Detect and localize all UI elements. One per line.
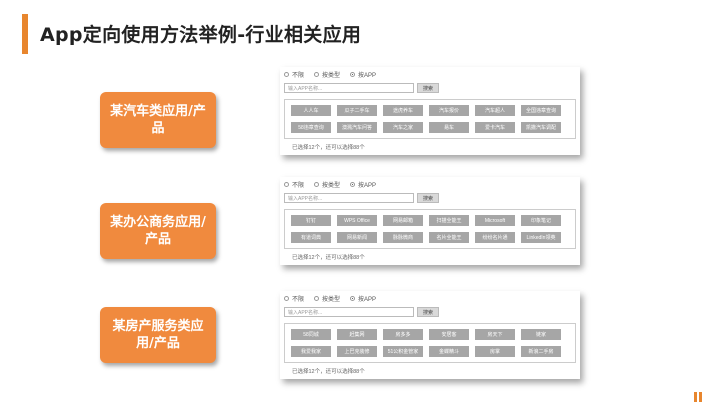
selection-status: 已选择12个，还可以选择88个 bbox=[292, 255, 365, 261]
radio-dot-icon bbox=[314, 71, 320, 77]
radio-unlimited[interactable]: 不限 bbox=[284, 180, 304, 189]
selection-status: 已选择12个，还可以选择88个 bbox=[292, 145, 365, 151]
label-office-app: 某办公商务应用/产品 bbox=[100, 203, 216, 259]
app-chip-grid: 58同城 赶集网 房多多 安居客 房天下 链家 我爱我家 上巴克装修 51公积金… bbox=[284, 323, 576, 363]
targeting-mode-radios: 不限 按类型 按APP bbox=[280, 177, 580, 191]
radio-label: 不限 bbox=[292, 72, 305, 79]
label-auto-app: 某汽车类应用/产品 bbox=[100, 92, 216, 148]
radio-label: 按类型 bbox=[322, 72, 341, 79]
app-chip[interactable]: 钉钉 bbox=[291, 215, 331, 226]
app-chip[interactable]: 58违章查询 bbox=[291, 122, 331, 133]
app-selector-panel-auto: 不限 按类型 按APP 输入APP名称... 搜索 人人车 瓜子二手车 途虎养车… bbox=[280, 67, 580, 155]
app-chip[interactable]: 58同城 bbox=[291, 329, 331, 340]
radio-label: 按APP bbox=[358, 72, 377, 79]
radio-unlimited[interactable]: 不限 bbox=[284, 294, 304, 303]
corner-accent-mark bbox=[694, 392, 697, 402]
radio-dot-selected-icon bbox=[350, 181, 356, 187]
radio-by-app[interactable]: 按APP bbox=[350, 180, 376, 189]
search-row: 输入APP名称... 搜索 bbox=[280, 81, 580, 95]
app-chip[interactable]: 途虎养车 bbox=[383, 105, 423, 116]
app-search-input[interactable]: 输入APP名称... bbox=[284, 193, 414, 203]
app-chip[interactable]: 51公积金管家 bbox=[383, 346, 423, 357]
radio-by-app[interactable]: 按APP bbox=[350, 294, 376, 303]
radio-label: 不限 bbox=[292, 296, 305, 303]
app-chip[interactable]: 链家 bbox=[521, 329, 561, 340]
app-chip[interactable]: 房掌 bbox=[475, 346, 515, 357]
app-chip[interactable]: 纷纷名片通 bbox=[475, 232, 515, 243]
app-chip[interactable]: 我爱我家 bbox=[291, 346, 331, 357]
app-chip[interactable]: LinkedIn领英 bbox=[521, 232, 561, 243]
app-chip[interactable]: 网易新闻 bbox=[337, 232, 377, 243]
app-chip[interactable]: Microsoft bbox=[475, 215, 515, 226]
label-realestate-app: 某房产服务类应用/产品 bbox=[100, 307, 216, 363]
search-row: 输入APP名称... 搜索 bbox=[280, 305, 580, 319]
app-chip[interactable]: 房多多 bbox=[383, 329, 423, 340]
app-chip-grid: 人人车 瓜子二手车 途虎养车 汽车报价 汽车超人 全国违章查询 58违章查询 澳… bbox=[284, 99, 576, 139]
corner-accent-mark bbox=[699, 392, 702, 402]
radio-dot-selected-icon bbox=[350, 71, 356, 77]
radio-unlimited[interactable]: 不限 bbox=[284, 70, 304, 79]
radio-by-type[interactable]: 按类型 bbox=[314, 180, 340, 189]
radio-by-app[interactable]: 按APP bbox=[350, 70, 376, 79]
app-chip[interactable]: 汽车超人 bbox=[475, 105, 515, 116]
title-accent-bar bbox=[22, 14, 28, 54]
selection-status: 已选择12个，还可以选择88个 bbox=[292, 369, 365, 375]
app-chip[interactable]: 印象笔记 bbox=[521, 215, 561, 226]
app-search-input[interactable]: 输入APP名称... bbox=[284, 307, 414, 317]
app-chip[interactable]: 凯撒汽车调配 bbox=[521, 122, 561, 133]
radio-dot-icon bbox=[314, 181, 320, 187]
app-chip[interactable]: 房天下 bbox=[475, 329, 515, 340]
radio-dot-selected-icon bbox=[350, 295, 356, 301]
app-chip[interactable]: 扫描全能王 bbox=[429, 215, 469, 226]
app-chip[interactable]: WPS Office bbox=[337, 215, 377, 226]
app-chip[interactable]: 易车 bbox=[429, 122, 469, 133]
page-title: App定向使用方法举例-行业相关应用 bbox=[40, 24, 362, 46]
app-chip[interactable]: 澳溅汽车问答 bbox=[337, 122, 377, 133]
radio-by-type[interactable]: 按类型 bbox=[314, 70, 340, 79]
app-chip[interactable]: 网易邮箱 bbox=[383, 215, 423, 226]
app-selector-panel-office: 不限 按类型 按APP 输入APP名称... 搜索 钉钉 WPS Office … bbox=[280, 177, 580, 265]
radio-label: 按类型 bbox=[322, 182, 341, 189]
radio-dot-icon bbox=[314, 295, 320, 301]
radio-dot-icon bbox=[284, 295, 289, 301]
app-chip[interactable]: 名片全能王 bbox=[429, 232, 469, 243]
radio-label: 按APP bbox=[358, 182, 377, 189]
app-chip[interactable]: 脉脉微商 bbox=[383, 232, 423, 243]
radio-dot-icon bbox=[284, 181, 289, 187]
app-chip[interactable]: 新浪二手房 bbox=[521, 346, 561, 357]
search-button[interactable]: 搜索 bbox=[417, 307, 440, 317]
app-chip[interactable]: 人人车 bbox=[291, 105, 331, 116]
radio-dot-icon bbox=[284, 71, 289, 77]
app-chip[interactable]: 赶集网 bbox=[337, 329, 377, 340]
app-chip[interactable]: 爱卡汽车 bbox=[475, 122, 515, 133]
app-chip[interactable]: 上巴克装修 bbox=[337, 346, 377, 357]
app-chip[interactable]: 安居客 bbox=[429, 329, 469, 340]
app-selector-panel-realestate: 不限 按类型 按APP 输入APP名称... 搜索 58同城 赶集网 房多多 安… bbox=[280, 291, 580, 379]
search-row: 输入APP名称... 搜索 bbox=[280, 191, 580, 205]
app-chip-grid: 钉钉 WPS Office 网易邮箱 扫描全能王 Microsoft 印象笔记 … bbox=[284, 209, 576, 249]
search-button[interactable]: 搜索 bbox=[417, 193, 440, 203]
app-chip[interactable]: 瓜子二手车 bbox=[337, 105, 377, 116]
app-chip[interactable]: 金蝶精斗 bbox=[429, 346, 469, 357]
app-search-input[interactable]: 输入APP名称... bbox=[284, 83, 414, 93]
targeting-mode-radios: 不限 按类型 按APP bbox=[280, 291, 580, 305]
app-chip[interactable]: 全国违章查询 bbox=[521, 105, 561, 116]
radio-label: 不限 bbox=[292, 182, 305, 189]
app-chip[interactable]: 汽车报价 bbox=[429, 105, 469, 116]
app-chip[interactable]: 有道词典 bbox=[291, 232, 331, 243]
targeting-mode-radios: 不限 按类型 按APP bbox=[280, 67, 580, 81]
radio-label: 按APP bbox=[358, 296, 377, 303]
radio-by-type[interactable]: 按类型 bbox=[314, 294, 340, 303]
search-button[interactable]: 搜索 bbox=[417, 83, 440, 93]
app-chip[interactable]: 汽车之家 bbox=[383, 122, 423, 133]
radio-label: 按类型 bbox=[322, 296, 341, 303]
